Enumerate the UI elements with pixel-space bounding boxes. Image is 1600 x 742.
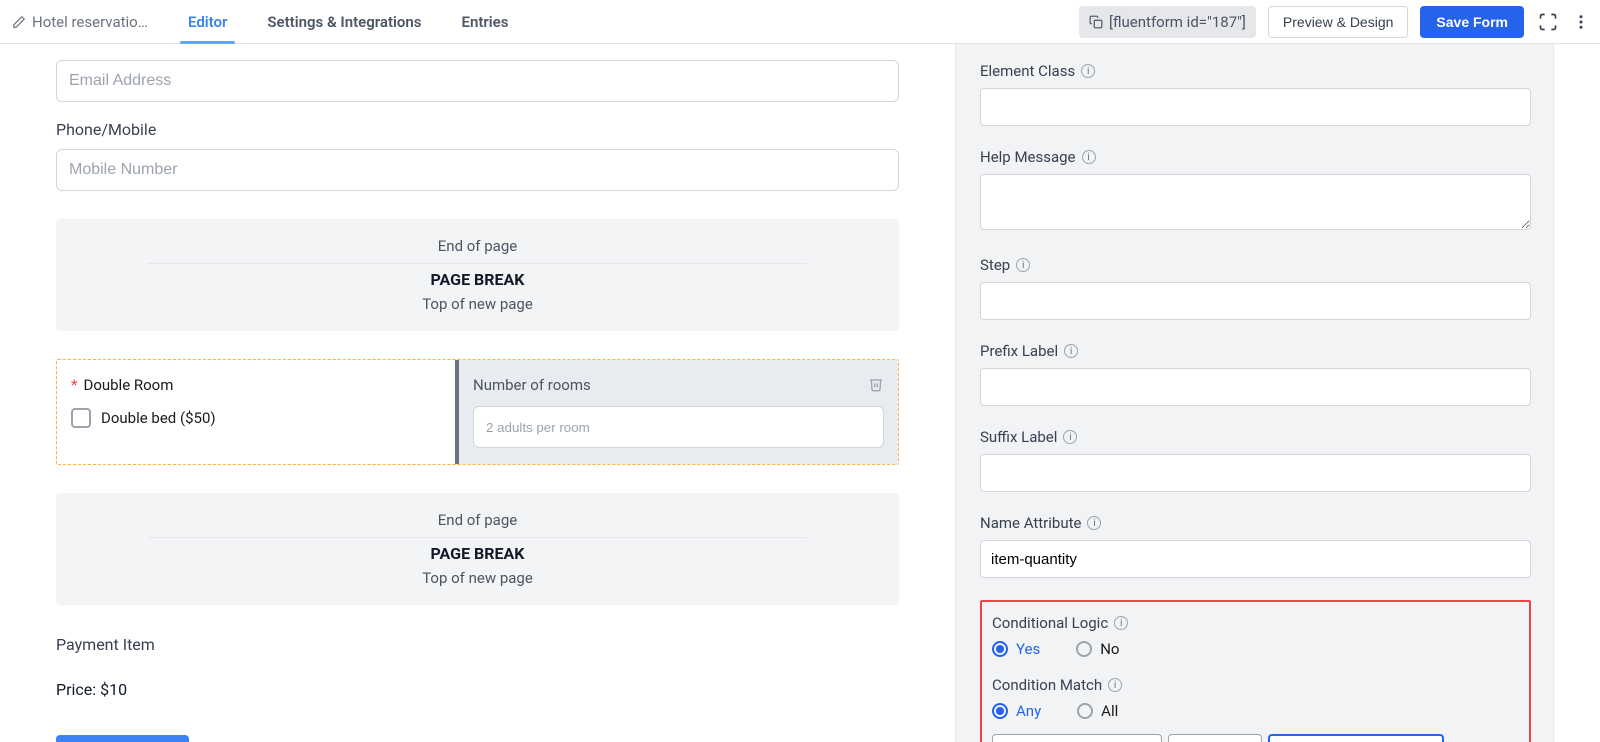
condition-value-select[interactable]: Double bed ($50) bbox=[1268, 734, 1444, 742]
number-of-rooms-field[interactable] bbox=[473, 406, 884, 448]
name-attribute-input[interactable] bbox=[980, 540, 1531, 578]
phone-label: Phone/Mobile bbox=[56, 120, 899, 139]
info-icon[interactable]: i bbox=[1087, 516, 1101, 530]
double-bed-checkbox[interactable] bbox=[71, 408, 91, 428]
step-input[interactable] bbox=[980, 282, 1531, 320]
shortcode-text: [fluentform id="187"] bbox=[1109, 13, 1246, 31]
cond-logic-yes-radio[interactable]: Yes bbox=[992, 640, 1040, 658]
payment-item-label: Payment Item bbox=[56, 635, 899, 654]
info-icon[interactable]: i bbox=[1063, 430, 1077, 444]
help-message-input[interactable] bbox=[980, 174, 1531, 230]
cond-match-any-radio[interactable]: Any bbox=[992, 702, 1041, 720]
info-icon[interactable]: i bbox=[1064, 344, 1078, 358]
page-break-1[interactable]: End of page PAGE BREAK Top of new page bbox=[56, 219, 899, 331]
cond-logic-no-radio[interactable]: No bbox=[1076, 640, 1119, 658]
info-icon[interactable]: i bbox=[1108, 678, 1122, 692]
tab-editor[interactable]: Editor bbox=[168, 0, 247, 44]
double-room-column[interactable]: * Double Room Double bed ($50) bbox=[57, 360, 459, 464]
number-of-rooms-column[interactable]: Number of rooms bbox=[459, 360, 898, 464]
prefix-label-input[interactable] bbox=[980, 368, 1531, 406]
submit-form-button[interactable]: Submit Form bbox=[56, 735, 189, 742]
name-attribute-label: Name Attributei bbox=[980, 514, 1531, 532]
fullscreen-icon[interactable] bbox=[1538, 12, 1558, 32]
phone-field[interactable] bbox=[56, 149, 899, 191]
help-message-label: Help Messagei bbox=[980, 148, 1531, 166]
tab-settings[interactable]: Settings & Integrations bbox=[247, 0, 441, 44]
conditional-logic-label: Conditional Logici bbox=[992, 614, 1519, 632]
number-of-rooms-label: Number of rooms bbox=[473, 376, 884, 394]
element-class-label: Element Classi bbox=[980, 62, 1531, 80]
step-label: Stepi bbox=[980, 256, 1531, 274]
cond-match-all-radio[interactable]: All bbox=[1077, 702, 1118, 720]
trash-icon[interactable] bbox=[868, 376, 884, 392]
tab-entries[interactable]: Entries bbox=[441, 0, 528, 44]
info-icon[interactable]: i bbox=[1016, 258, 1030, 272]
info-icon[interactable]: i bbox=[1114, 616, 1128, 630]
pencil-icon bbox=[12, 15, 26, 29]
shortcode-display[interactable]: [fluentform id="187"] bbox=[1079, 6, 1256, 38]
page-break-2[interactable]: End of page PAGE BREAK Top of new page bbox=[56, 493, 899, 605]
selected-field-container[interactable]: * Double Room Double bed ($50) Number of … bbox=[56, 359, 899, 465]
form-name-text: Hotel reservatio… bbox=[32, 13, 148, 31]
price-text: Price: $10 bbox=[56, 680, 899, 699]
condition-field-select[interactable]: Double Room bbox=[992, 734, 1162, 742]
preview-design-button[interactable]: Preview & Design bbox=[1268, 6, 1409, 38]
suffix-label-input[interactable] bbox=[980, 454, 1531, 492]
copy-icon bbox=[1089, 15, 1103, 29]
prefix-label-label: Prefix Labeli bbox=[980, 342, 1531, 360]
condition-match-label: Condition Matchi bbox=[992, 676, 1519, 694]
kebab-menu-icon[interactable] bbox=[1572, 13, 1590, 31]
conditional-logic-section: Conditional Logici Yes No Condition Matc… bbox=[980, 600, 1531, 742]
email-field[interactable] bbox=[56, 60, 899, 102]
required-star: * bbox=[71, 376, 77, 394]
info-icon[interactable]: i bbox=[1081, 64, 1095, 78]
double-bed-option-label: Double bed ($50) bbox=[101, 409, 216, 427]
form-title[interactable]: Hotel reservatio… bbox=[12, 13, 168, 31]
save-form-button[interactable]: Save Form bbox=[1420, 6, 1524, 38]
condition-operator-select[interactable]: equal bbox=[1168, 734, 1262, 742]
element-class-input[interactable] bbox=[980, 88, 1531, 126]
double-room-label: Double Room bbox=[83, 376, 173, 394]
suffix-label-label: Suffix Labeli bbox=[980, 428, 1531, 446]
info-icon[interactable]: i bbox=[1082, 150, 1096, 164]
